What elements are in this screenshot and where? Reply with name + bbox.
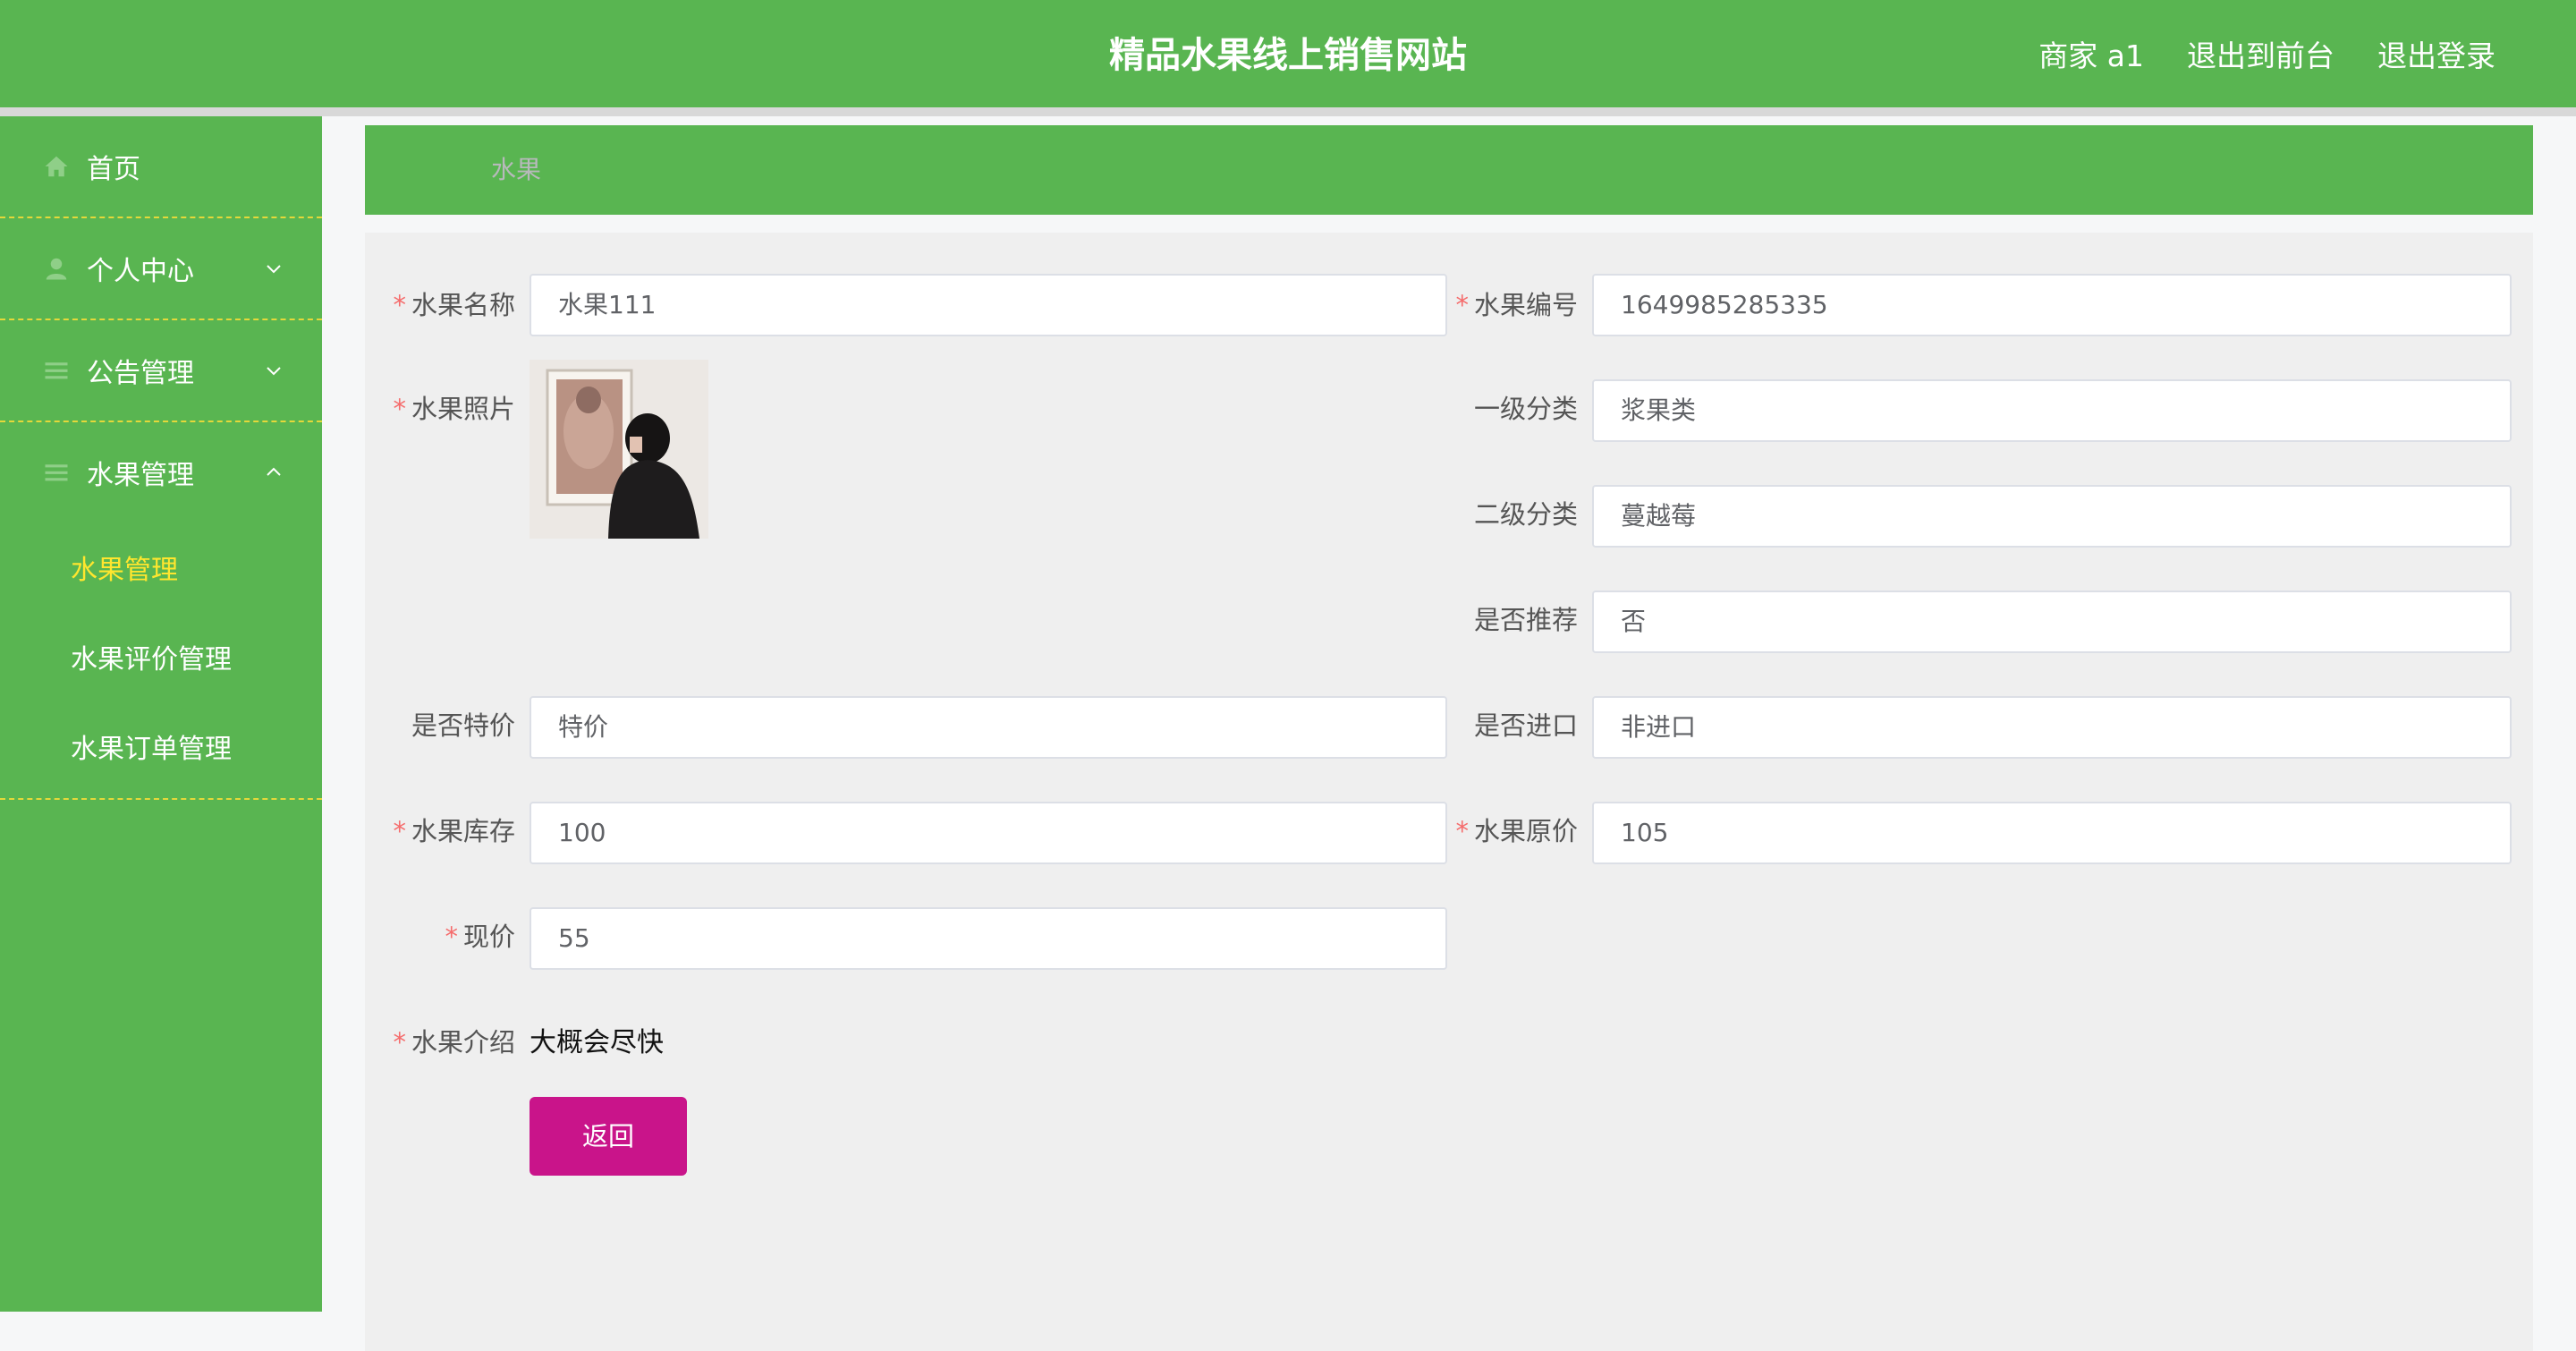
sidebar-item-personal[interactable]: 个人中心 [0,218,322,320]
home-icon [45,156,68,177]
fruit-photo[interactable] [530,360,708,539]
chevron-down-icon [267,265,281,274]
header-nav: 商家 a1 退出到前台 退出登录 [2038,0,2496,107]
sidebar-item-home[interactable]: 首页 [0,116,322,218]
sidebar-item-notice[interactable]: 公告管理 [0,320,322,422]
chevron-down-icon [267,367,281,376]
breadcrumb: 水果 [365,125,2533,215]
breadcrumb-item[interactable]: 水果 [491,125,541,215]
fruit-form: * 水果名称 水果111 * 水果编号 1649985285335 * 水果照片 一级… [365,233,2533,1351]
original-price-field[interactable]: 105 [1592,802,2512,864]
to-front-link[interactable]: 退出到前台 [2187,32,2334,75]
user-label[interactable]: 商家 a1 [2038,32,2144,75]
current-price-label: * 现价 [445,922,515,952]
back-button[interactable]: 返回 [530,1097,687,1176]
list-icon [45,464,68,481]
submenu-item-fruit-order[interactable]: 水果订单管理 [0,705,322,794]
sidebar: 首页 个人中心 公告管理 水果管理 水果管理 水果评价管理 水果订单管理 [0,116,322,1312]
user-icon [46,258,67,280]
category2-field[interactable]: 蔓越莓 [1592,485,2512,548]
imported-field[interactable]: 非进口 [1592,696,2512,759]
category2-label: 二级分类 [1473,499,1578,530]
intro-label: * 水果介绍 [393,1027,515,1058]
recommend-label: 是否推荐 [1473,605,1578,635]
fruit-name-field[interactable]: 水果111 [530,274,1447,336]
sidebar-item-label: 首页 [87,154,140,185]
sidebar-item-label: 水果管理 [87,460,194,491]
top-header: 精品水果线上销售网站 商家 a1 退出到前台 退出登录 [0,0,2576,116]
name-label: * 水果名称 [393,290,515,320]
code-label: * 水果编号 [1455,290,1578,320]
category1-label: 一级分类 [1473,394,1578,424]
chevron-up-icon [267,467,281,476]
main-content: 水果 * 水果名称 水果111 * 水果编号 1649985285335 * 水果照片… [322,116,2576,1351]
submenu-item-fruit-review[interactable]: 水果评价管理 [0,616,322,705]
fruit-code-field[interactable]: 1649985285335 [1592,274,2512,336]
imported-label: 是否进口 [1473,710,1578,741]
sidebar-item-fruit[interactable]: 水果管理 [0,422,322,523]
stock-field[interactable]: 100 [530,802,1447,864]
submenu-item-fruit-manage[interactable]: 水果管理 [0,526,322,616]
special-field[interactable]: 特价 [530,696,1447,759]
logout-link[interactable]: 退出登录 [2377,32,2496,75]
sidebar-item-label: 个人中心 [87,256,194,287]
list-icon [45,362,68,379]
sidebar-item-label: 公告管理 [87,358,194,389]
photo-label: * 水果照片 [393,394,515,424]
recommend-field[interactable]: 否 [1592,591,2512,653]
stock-label: * 水果库存 [393,816,515,846]
original-price-label: * 水果原价 [1455,816,1578,846]
fruit-submenu: 水果管理 水果评价管理 水果订单管理 [0,523,322,800]
category1-field[interactable]: 浆果类 [1592,379,2512,442]
special-label: 是否特价 [411,710,515,741]
intro-text: 大概会尽快 [530,1027,664,1058]
current-price-field[interactable]: 55 [530,907,1447,970]
